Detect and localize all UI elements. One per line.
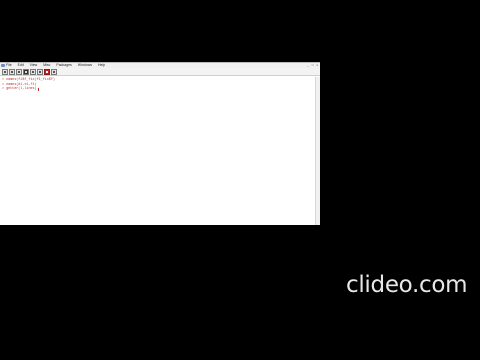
stop-icon[interactable] [44, 68, 50, 75]
save-icon[interactable] [16, 68, 22, 75]
console-input-line[interactable]: > getter(l,lines) [2, 87, 312, 92]
r-gui-window: File Edit View Misc Packages Windows Hel… [0, 62, 320, 225]
copy-paste-icon[interactable] [37, 68, 43, 75]
open-script-icon[interactable] [2, 68, 8, 75]
load-workspace-icon[interactable] [9, 68, 15, 75]
text-cursor [37, 87, 39, 92]
console-output[interactable]: > names(f1$f_fix(f1_fix$f) > names(d1,x1… [2, 78, 312, 223]
console-scrollbar[interactable] [315, 77, 320, 225]
watermark-logo: clideo.com [346, 272, 468, 298]
copy-icon[interactable] [23, 68, 29, 75]
console-line: > getter(l,lines) [2, 87, 37, 92]
r-logo-icon[interactable] [1, 64, 5, 67]
paste-icon[interactable] [30, 68, 36, 75]
toolbar [0, 68, 320, 76]
print-icon[interactable] [51, 68, 57, 75]
